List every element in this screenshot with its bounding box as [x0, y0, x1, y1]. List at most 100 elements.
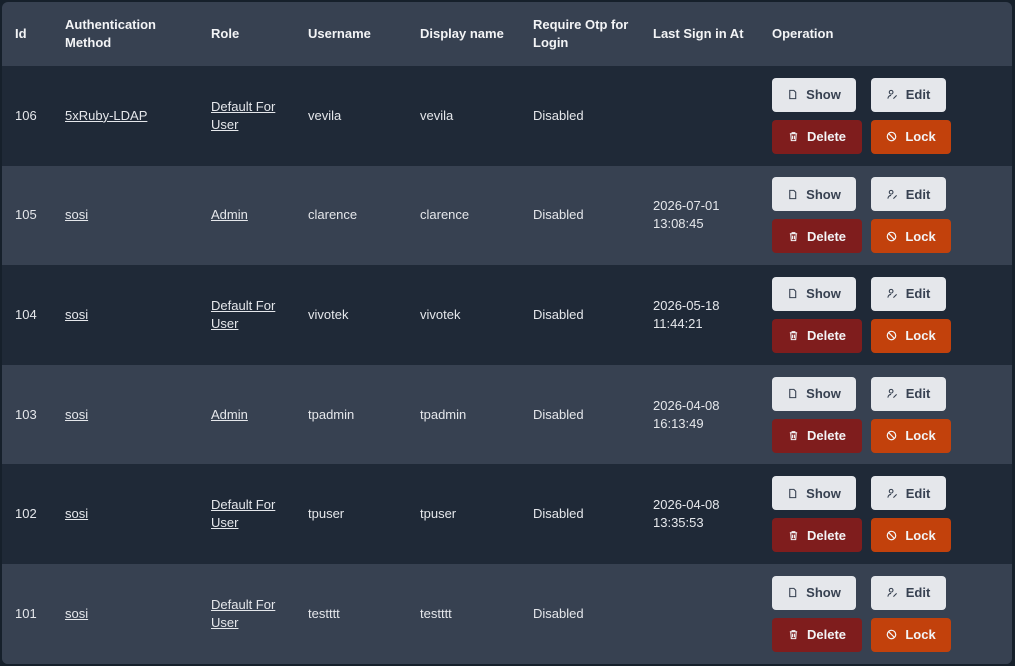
- role-link[interactable]: Admin: [211, 207, 248, 222]
- user-edit-icon: [887, 289, 897, 299]
- lock-button[interactable]: Lock: [871, 418, 951, 453]
- ban-icon: [887, 131, 897, 142]
- header-operation: Operation: [772, 26, 834, 41]
- document-icon: [789, 488, 797, 498]
- last-sign-in-time: 13:08:45: [653, 216, 704, 232]
- ban-icon: [887, 430, 897, 441]
- delete-button[interactable]: Delete: [772, 617, 862, 652]
- role-link[interactable]: Default For User: [211, 99, 275, 132]
- edit-button[interactable]: Edit: [871, 476, 946, 511]
- cell-last-sign-in: [640, 564, 759, 664]
- edit-button-label: Edit: [905, 485, 931, 501]
- operation-buttons: Show Edit Delete Lock: [772, 77, 951, 154]
- show-button[interactable]: Show: [772, 376, 856, 411]
- cell-operation: Show Edit Delete Lock: [759, 365, 1012, 465]
- cell-display-name: testttt: [420, 605, 452, 621]
- show-button[interactable]: Show: [772, 476, 856, 511]
- cell-require-otp: Disabled: [533, 207, 584, 223]
- delete-button[interactable]: Delete: [772, 318, 862, 353]
- cell-require-otp: Disabled: [533, 506, 584, 522]
- operation-buttons: Show Edit Delete Lock: [772, 276, 951, 353]
- header-username: Username: [308, 26, 371, 41]
- cell-id: 102: [15, 506, 37, 522]
- delete-button-label: Delete: [806, 129, 847, 145]
- delete-button[interactable]: Delete: [772, 518, 862, 553]
- operation-buttons: Show Edit Delete Lock: [772, 575, 951, 652]
- edit-button[interactable]: Edit: [871, 376, 946, 411]
- edit-button[interactable]: Edit: [871, 77, 946, 112]
- cell-display-name: tpuser: [420, 506, 457, 522]
- show-button[interactable]: Show: [772, 276, 856, 311]
- cell-last-sign-in: 2026-04-08 13:35:53: [640, 464, 759, 564]
- edit-button[interactable]: Edit: [871, 575, 946, 610]
- cell-auth-method: 5xRuby-LDAP: [52, 66, 198, 166]
- ban-icon: [887, 530, 897, 540]
- delete-button[interactable]: Delete: [772, 418, 862, 453]
- lock-button-label: Lock: [905, 328, 936, 344]
- operation-buttons: Show Edit Delete Lock: [772, 476, 951, 553]
- trash-icon: [789, 132, 798, 142]
- header-require-otp: Require Otp for Login: [533, 17, 629, 50]
- table-header-row: Id Authentication Method Role Username D…: [2, 2, 1012, 66]
- lock-button[interactable]: Lock: [871, 518, 951, 553]
- cell-role: Admin: [198, 365, 295, 465]
- cell-username: tpadmin: [308, 406, 355, 422]
- auth-method-link[interactable]: sosi: [65, 307, 88, 322]
- auth-method-link[interactable]: sosi: [65, 207, 88, 222]
- last-sign-in-date: 2026-04-08: [653, 397, 720, 413]
- cell-display-name: vevila: [420, 107, 454, 123]
- role-link[interactable]: Admin: [211, 407, 248, 422]
- role-link[interactable]: Default For User: [211, 298, 275, 331]
- cell-last-sign-in: 2026-04-08 16:13:49: [640, 365, 759, 465]
- show-button-label: Show: [806, 386, 841, 402]
- cell-username: vevila: [308, 107, 342, 123]
- edit-button[interactable]: Edit: [871, 177, 946, 212]
- ban-icon: [887, 331, 897, 341]
- last-sign-in-time: 11:44:21: [653, 315, 703, 331]
- edit-button[interactable]: Edit: [871, 276, 946, 311]
- cell-auth-method: sosi: [52, 464, 198, 564]
- user-edit-icon: [887, 388, 897, 399]
- cell-role: Admin: [198, 166, 295, 266]
- auth-method-link[interactable]: 5xRuby-LDAP: [65, 108, 147, 123]
- cell-id: 103: [15, 406, 37, 422]
- users-table-container: Id Authentication Method Role Username D…: [2, 2, 1012, 664]
- cell-operation: Show Edit Delete Lock: [759, 166, 1012, 266]
- trash-icon: [789, 331, 798, 341]
- document-icon: [789, 289, 797, 299]
- lock-button[interactable]: Lock: [871, 617, 951, 652]
- role-link[interactable]: Default For User: [211, 597, 275, 630]
- lock-button[interactable]: Lock: [871, 119, 951, 154]
- cell-username: clarence: [308, 207, 358, 223]
- show-button[interactable]: Show: [772, 177, 856, 212]
- last-sign-in-time: 13:35:53: [653, 515, 704, 531]
- role-link[interactable]: Default For User: [211, 497, 275, 530]
- delete-button-label: Delete: [806, 428, 847, 444]
- ban-icon: [887, 629, 897, 640]
- trash-icon: [789, 431, 798, 441]
- auth-method-link[interactable]: sosi: [65, 407, 88, 422]
- trash-icon: [789, 530, 798, 540]
- cell-id: 101: [15, 605, 37, 621]
- cell-role: Default For User: [198, 265, 295, 365]
- delete-button[interactable]: Delete: [772, 119, 862, 154]
- lock-button[interactable]: Lock: [871, 219, 951, 254]
- show-button[interactable]: Show: [772, 575, 856, 610]
- auth-method-link[interactable]: sosi: [65, 606, 88, 621]
- edit-button-label: Edit: [905, 585, 931, 601]
- delete-button[interactable]: Delete: [772, 219, 862, 254]
- cell-require-otp: Disabled: [533, 605, 584, 621]
- trash-icon: [789, 630, 798, 640]
- header-auth-method: Authentication Method: [65, 17, 156, 50]
- auth-method-link[interactable]: sosi: [65, 506, 88, 521]
- lock-button-label: Lock: [905, 228, 936, 244]
- cell-id: 105: [15, 207, 37, 223]
- lock-button-label: Lock: [905, 129, 936, 145]
- show-button[interactable]: Show: [772, 77, 856, 112]
- delete-button-label: Delete: [806, 527, 847, 543]
- document-icon: [789, 588, 797, 598]
- cell-operation: Show Edit Delete Lock: [759, 564, 1012, 664]
- lock-button[interactable]: Lock: [871, 318, 951, 353]
- edit-button-label: Edit: [905, 87, 931, 103]
- cell-display-name: clarence: [420, 207, 470, 223]
